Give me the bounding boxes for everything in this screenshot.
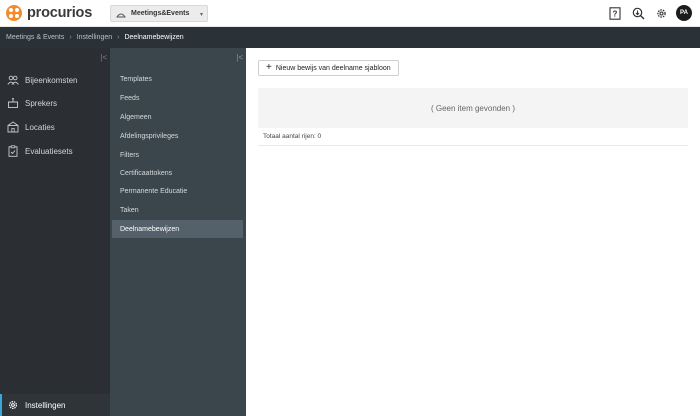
sidebar-item-label: Evaluatiesets xyxy=(25,146,73,156)
breadcrumb-item-meetings[interactable]: Meetings & Events xyxy=(6,34,64,41)
row-count-label: Totaal aantal rijen: 0 xyxy=(263,133,322,140)
sidebar-item-instellingen[interactable]: Instellingen xyxy=(0,394,110,416)
sidebar-item-label: Sprekers xyxy=(25,98,58,108)
plus-icon: + xyxy=(266,62,272,73)
sidebar-item-sprekers[interactable]: Sprekers xyxy=(0,92,110,114)
collapse-subnav-icon[interactable]: |< xyxy=(236,53,243,62)
logo-text: procurios xyxy=(27,5,93,21)
sidebar-item-locaties[interactable]: Locaties xyxy=(0,116,110,138)
meetings-icon xyxy=(116,13,126,17)
breadcrumb-separator: › xyxy=(69,34,72,41)
row-count: Totaal aantal rijen: 0 xyxy=(258,128,688,146)
main-content: + Nieuw bewijs van deelname sjabloon ( G… xyxy=(246,48,700,416)
search-icon[interactable] xyxy=(630,5,646,21)
breadcrumb: Meetings & Events › Instellingen › Deeln… xyxy=(0,27,700,48)
new-certificate-template-button[interactable]: + Nieuw bewijs van deelname sjabloon xyxy=(258,60,399,76)
people-icon xyxy=(7,75,19,85)
breadcrumb-item-settings[interactable]: Instellingen xyxy=(77,34,112,41)
logo[interactable]: procurios xyxy=(6,4,92,22)
sidebar-item-label: Bijeenkomsten xyxy=(25,75,78,85)
main-sidebar: |< Bijeenkomsten Sprekers Locaties Evalu… xyxy=(0,48,110,416)
gear-icon xyxy=(8,400,18,410)
new-button-label: Nieuw bewijs van deelname sjabloon xyxy=(275,64,391,72)
sidebar-item-evaluatiesets[interactable]: Evaluatiesets xyxy=(0,140,110,162)
gear-icon[interactable] xyxy=(653,5,669,21)
subnav-item-permanente-educatie[interactable]: Permanente Educatie xyxy=(112,182,243,200)
subnav-item-certificaattokens[interactable]: Certificaattokens xyxy=(112,164,243,182)
procurios-logo-icon xyxy=(6,5,22,21)
breadcrumb-current: Deelnamebewijzen xyxy=(124,34,184,41)
sidebar-item-label: Instellingen xyxy=(25,400,66,410)
sidebar-item-bijeenkomsten[interactable]: Bijeenkomsten xyxy=(0,69,110,91)
avatar[interactable]: PA xyxy=(676,5,692,21)
subnav-item-feeds[interactable]: Feeds xyxy=(112,89,243,107)
breadcrumb-separator: › xyxy=(117,34,120,41)
subnav-item-afdelingsprivileges[interactable]: Afdelingsprivileges xyxy=(112,127,243,145)
module-switcher-label: Meetings&Events xyxy=(131,10,190,17)
svg-text:?: ? xyxy=(613,9,618,18)
help-icon[interactable]: ? xyxy=(607,5,623,21)
podium-icon xyxy=(8,97,18,108)
sidebar-item-label: Locaties xyxy=(25,122,55,132)
subnav-item-templates[interactable]: Templates xyxy=(112,70,243,88)
building-icon xyxy=(7,121,19,133)
collapse-sidebar-icon[interactable]: |< xyxy=(100,53,107,62)
clipboard-icon xyxy=(8,145,18,157)
subnav-item-filters[interactable]: Filters xyxy=(112,146,243,164)
empty-state: ( Geen item gevonden ) xyxy=(258,88,688,128)
header-actions: ? PA xyxy=(607,5,692,21)
top-header: procurios Meetings&Events ▾ ? PA xyxy=(0,0,700,27)
empty-state-message: ( Geen item gevonden ) xyxy=(430,103,516,113)
subnav-item-algemeen[interactable]: Algemeen xyxy=(112,108,243,126)
subnav-item-deelnamebewijzen[interactable]: Deelnamebewijzen xyxy=(112,220,243,238)
settings-subnav: |< Templates Feeds Algemeen Afdelingspri… xyxy=(110,48,246,416)
chevron-down-icon: ▾ xyxy=(199,12,203,18)
module-switcher[interactable]: Meetings&Events ▾ xyxy=(110,5,208,22)
subnav-item-taken[interactable]: Taken xyxy=(112,201,243,219)
